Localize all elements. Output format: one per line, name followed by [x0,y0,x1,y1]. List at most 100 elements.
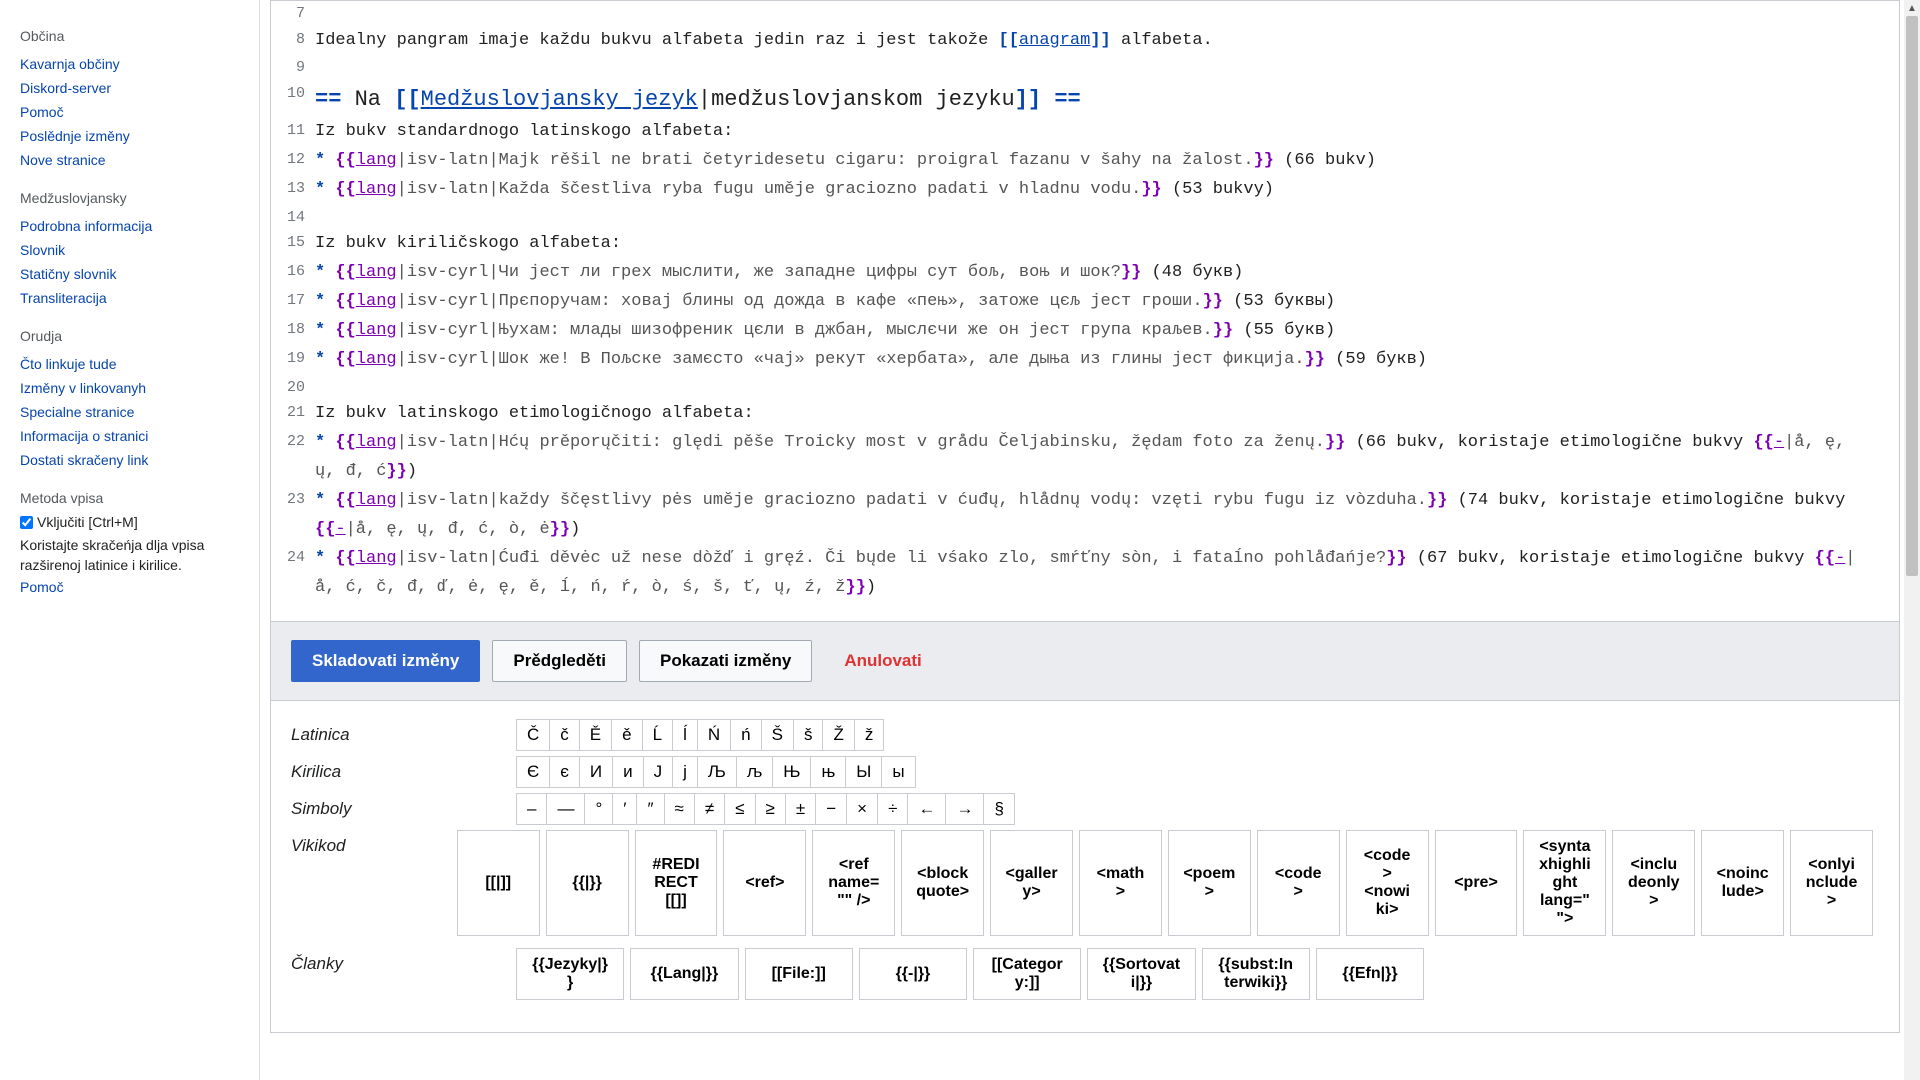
sidebar-link[interactable]: Poslědnje izměny [20,124,239,148]
editor-line[interactable]: 10== Na [[Medžuslovjansky jezyk|medžuslo… [271,81,1899,118]
char-insert-button[interactable]: {{subst:Interwiki}} [1202,948,1310,1000]
cancel-button[interactable]: Anulovati [824,640,941,682]
char-insert-button[interactable]: <blockquote> [901,830,984,936]
char-insert-button[interactable]: × [846,793,878,825]
char-insert-button[interactable]: ě [611,719,642,751]
line-content[interactable]: * {{lang|isv-latn|Ćuđi děvėc už nese dòž… [315,545,1899,603]
char-insert-button[interactable]: ± [785,793,816,825]
char-insert-button[interactable]: − [815,793,847,825]
sidebar-link[interactable]: Statičny slovnik [20,262,239,286]
char-insert-button[interactable]: Є [516,756,550,788]
editor-line[interactable]: 20 [271,375,1899,401]
line-content[interactable]: Iz bukv standardnogo latinskogo alfabeta… [315,118,1899,147]
char-insert-button[interactable]: <poem> [1168,830,1251,936]
line-content[interactable]: * {{lang|isv-latn|Každa ščestliva ryba f… [315,176,1899,205]
editor-line[interactable]: 24* {{lang|isv-latn|Ćuđi děvėc už nese d… [271,545,1899,603]
line-content[interactable]: * {{lang|isv-cyrl|Шок же! В Пољске замєс… [315,346,1899,375]
char-insert-button[interactable]: ′ [612,793,637,825]
editor-line[interactable]: 8Idealny pangram imaje každu bukvu alfab… [271,27,1899,56]
char-insert-button[interactable]: [[File:]] [745,948,853,1000]
editor-line[interactable]: 17* {{lang|isv-cyrl|Прєпоручам: ховај бл… [271,288,1899,317]
char-insert-button[interactable]: њ [810,756,846,788]
char-insert-button[interactable]: — [546,793,585,825]
editor-line[interactable]: 13* {{lang|isv-latn|Každa ščestliva ryba… [271,176,1899,205]
char-insert-button[interactable]: <ref> [723,830,806,936]
preview-button[interactable]: Prědgleděti [492,640,627,682]
sidebar-link[interactable]: Slovnik [20,238,239,262]
editor-line[interactable]: 11Iz bukv standardnogo latinskogo alfabe… [271,118,1899,147]
char-insert-button[interactable]: <math> [1079,830,1162,936]
char-insert-button[interactable]: <code> [1257,830,1340,936]
char-insert-button[interactable]: <gallery> [990,830,1073,936]
char-insert-button[interactable]: <pre> [1435,830,1518,936]
wikitext-editor[interactable]: 78Idealny pangram imaje každu bukvu alfa… [271,1,1899,621]
page-scrollbar[interactable]: ▲ [1904,0,1920,1080]
editor-line[interactable]: 14 [271,205,1899,231]
char-insert-button[interactable]: Č [516,719,550,751]
char-insert-button[interactable]: ј [672,756,698,788]
line-content[interactable]: * {{lang|isv-latn|Majk rěšil ne brati če… [315,147,1899,176]
char-insert-button[interactable]: є [549,756,580,788]
char-insert-button[interactable]: š [793,719,824,751]
editor-line[interactable]: 9 [271,55,1899,81]
line-content[interactable] [315,1,1899,27]
save-button[interactable]: Skladovati izměny [291,640,480,682]
scroll-thumb[interactable] [1906,16,1918,576]
editor-line[interactable]: 15Iz bukv kiriličskogo alfabeta: [271,230,1899,259]
editor-line[interactable]: 16* {{lang|isv-cyrl|Чи јест ли грех мысл… [271,259,1899,288]
char-insert-button[interactable]: ≈ [664,793,695,825]
line-content[interactable]: * {{lang|isv-latn|každy ščęstlivy pės um… [315,487,1899,545]
char-insert-button[interactable]: Ĺ [642,719,673,751]
editor-line[interactable]: 19* {{lang|isv-cyrl|Шок же! В Пољске зам… [271,346,1899,375]
char-insert-button[interactable]: Ě [579,719,612,751]
char-insert-button[interactable]: {{Efn|}} [1316,948,1424,1000]
char-insert-button[interactable]: ÷ [877,793,908,825]
line-content[interactable]: Iz bukv latinskogo etimologičnogo alfabe… [315,400,1899,429]
char-insert-button[interactable]: č [549,719,580,751]
sidebar-link[interactable]: Kavarnja občiny [20,52,239,76]
line-content[interactable] [315,205,1899,231]
char-insert-button[interactable]: {{|}} [546,830,629,936]
show-changes-button[interactable]: Pokazati izměny [639,640,812,682]
editor-line[interactable]: 23* {{lang|isv-latn|každy ščęstlivy pės … [271,487,1899,545]
char-insert-button[interactable]: ← [907,793,946,825]
sidebar-link[interactable]: Pomoč [20,100,239,124]
char-insert-button[interactable]: И [579,756,613,788]
scroll-up-icon[interactable]: ▲ [1904,0,1920,16]
editor-line[interactable]: 7 [271,1,1899,27]
editor-line[interactable]: 12* {{lang|isv-latn|Majk rěšil ne brati … [271,147,1899,176]
char-insert-button[interactable]: ≠ [694,793,725,825]
sidebar-link[interactable]: Dostati skračeny link [20,448,239,472]
char-insert-button[interactable]: {{Lang|}} [630,948,738,1000]
char-insert-button[interactable]: <includeonly> [1612,830,1695,936]
char-insert-button[interactable]: <syntaxhighlight lang=""> [1523,830,1606,936]
sidebar-link[interactable]: Transliteracija [20,286,239,310]
char-insert-button[interactable]: {{-|}} [859,948,967,1000]
char-insert-button[interactable]: Ń [697,719,731,751]
char-insert-button[interactable]: ń [730,719,761,751]
char-insert-button[interactable]: <code><nowiki> [1346,830,1429,936]
sidebar-link[interactable]: Pomoč [20,575,239,599]
char-insert-button[interactable]: и [612,756,644,788]
char-insert-button[interactable]: Њ [772,756,811,788]
char-insert-button[interactable]: ° [584,793,613,825]
char-insert-button[interactable]: [[|]] [457,830,540,936]
char-insert-button[interactable]: [[Category:]] [973,948,1081,1000]
input-method-checkbox[interactable] [20,516,33,529]
char-insert-button[interactable]: ĺ [672,719,698,751]
line-content[interactable]: * {{lang|isv-cyrl|Прєпоручам: ховај блин… [315,288,1899,317]
char-insert-button[interactable]: Ž [822,719,854,751]
line-content[interactable]: Idealny pangram imaje každu bukvu alfabe… [315,27,1899,56]
char-insert-button[interactable]: → [945,793,984,825]
sidebar-link[interactable]: Diskord-server [20,76,239,100]
char-insert-button[interactable]: Š [761,719,794,751]
char-insert-button[interactable]: Ј [643,756,674,788]
char-insert-button[interactable]: Љ [697,756,737,788]
char-insert-button[interactable]: ≤ [724,793,755,825]
char-insert-button[interactable]: <ref name="" /> [812,830,895,936]
sidebar-link[interactable]: Informacija o stranici [20,424,239,448]
sidebar-link[interactable]: Izměny v linkovanyh [20,376,239,400]
char-insert-button[interactable]: ≥ [755,793,786,825]
line-content[interactable]: * {{lang|isv-latn|Hćų prěporųčiti: ględi… [315,429,1899,487]
char-insert-button[interactable]: {{Sortovati|}} [1087,948,1195,1000]
